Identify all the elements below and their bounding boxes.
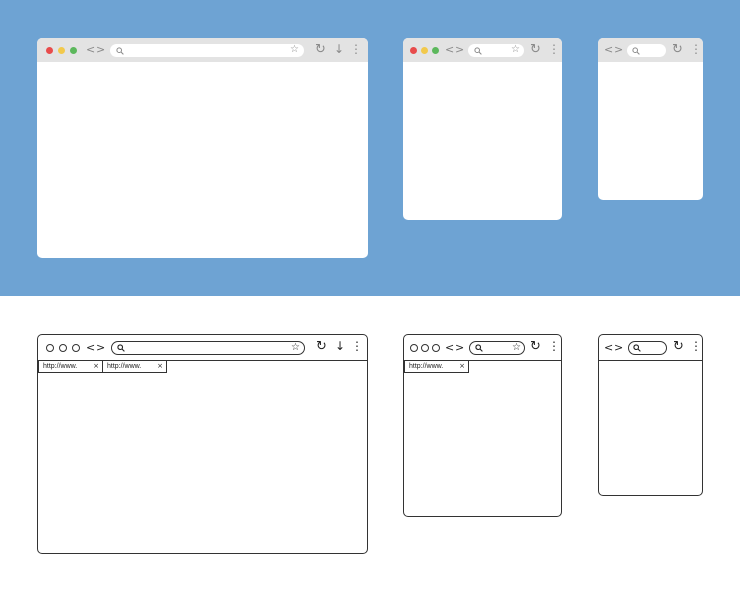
download-icon[interactable]: ↓ (335, 340, 345, 352)
flat-mobile-window: < > ↻ ⋮ (598, 38, 703, 200)
flat-tablet-window: < > ☆ ↻ ⋮ (403, 38, 562, 220)
address-bar[interactable]: ☆ (468, 44, 524, 57)
search-icon (116, 47, 124, 55)
back-icon[interactable]: < (604, 342, 613, 353)
back-icon[interactable]: < (445, 342, 454, 353)
reload-icon[interactable]: ↻ (673, 340, 684, 353)
bookmark-star-icon[interactable]: ☆ (511, 45, 520, 55)
bookmark-star-icon[interactable]: ☆ (291, 343, 300, 353)
minimize-dot[interactable] (421, 47, 428, 54)
menu-icon[interactable]: ⋮ (548, 43, 560, 55)
address-bar[interactable]: ☆ (110, 44, 304, 57)
reload-icon[interactable]: ↻ (672, 43, 683, 56)
forward-icon[interactable]: > (455, 44, 464, 55)
address-bar[interactable] (628, 341, 667, 355)
search-icon (632, 47, 640, 55)
tab-label: http://www. (43, 363, 78, 370)
minimize-dot[interactable] (58, 47, 65, 54)
address-bar[interactable]: ☆ (111, 341, 305, 355)
address-bar[interactable]: ☆ (469, 341, 525, 355)
reload-icon[interactable]: ↻ (530, 340, 541, 353)
close-dot[interactable] (410, 47, 417, 54)
back-icon[interactable]: < (86, 44, 95, 55)
download-icon[interactable]: ↓ (334, 43, 344, 55)
forward-icon[interactable]: > (96, 342, 105, 353)
maximize-circle[interactable] (432, 344, 440, 352)
back-icon[interactable]: < (86, 342, 95, 353)
maximize-circle[interactable] (72, 344, 80, 352)
forward-icon[interactable]: > (614, 342, 623, 353)
bookmark-star-icon[interactable]: ☆ (512, 343, 521, 353)
tab-1[interactable]: http://www. × (404, 361, 469, 373)
maximize-dot[interactable] (432, 47, 439, 54)
flat-desktop-window: < > ☆ ↻ ↓ ⋮ (37, 38, 368, 258)
close-dot[interactable] (46, 47, 53, 54)
outline-desktop-window: < > ☆ ↻ ↓ ⋮ http://www. × http://www. × (37, 334, 368, 554)
close-tab-icon[interactable]: × (157, 362, 163, 370)
reload-icon[interactable]: ↻ (316, 340, 327, 353)
close-circle[interactable] (46, 344, 54, 352)
tab-2[interactable]: http://www. × (102, 361, 167, 373)
toolbar-divider (599, 360, 702, 361)
search-icon (475, 344, 483, 352)
minimize-circle[interactable] (59, 344, 67, 352)
tab-label: http://www. (107, 363, 142, 370)
minimize-circle[interactable] (421, 344, 429, 352)
menu-icon[interactable]: ⋮ (351, 340, 363, 352)
menu-icon[interactable]: ⋮ (350, 43, 362, 55)
close-circle[interactable] (410, 344, 418, 352)
reload-icon[interactable]: ↻ (315, 43, 326, 56)
forward-icon[interactable]: > (96, 44, 105, 55)
search-icon (633, 344, 641, 352)
close-tab-icon[interactable]: × (459, 362, 465, 370)
menu-icon[interactable]: ⋮ (690, 43, 702, 55)
forward-icon[interactable]: > (614, 44, 623, 55)
reload-icon[interactable]: ↻ (530, 43, 541, 56)
forward-icon[interactable]: > (455, 342, 464, 353)
tab-1[interactable]: http://www. × (38, 361, 103, 373)
menu-icon[interactable]: ⋮ (548, 340, 560, 352)
search-icon (117, 344, 125, 352)
address-bar[interactable] (627, 44, 666, 57)
menu-icon[interactable]: ⋮ (690, 340, 702, 352)
back-icon[interactable]: < (445, 44, 454, 55)
close-tab-icon[interactable]: × (93, 362, 99, 370)
search-icon (474, 47, 482, 55)
bookmark-star-icon[interactable]: ☆ (290, 45, 299, 55)
tab-label: http://www. (409, 363, 444, 370)
maximize-dot[interactable] (70, 47, 77, 54)
outline-tablet-window: < > ☆ ↻ ⋮ http://www. × (403, 334, 562, 517)
outline-mobile-window: < > ↻ ⋮ (598, 334, 703, 496)
back-icon[interactable]: < (604, 44, 613, 55)
